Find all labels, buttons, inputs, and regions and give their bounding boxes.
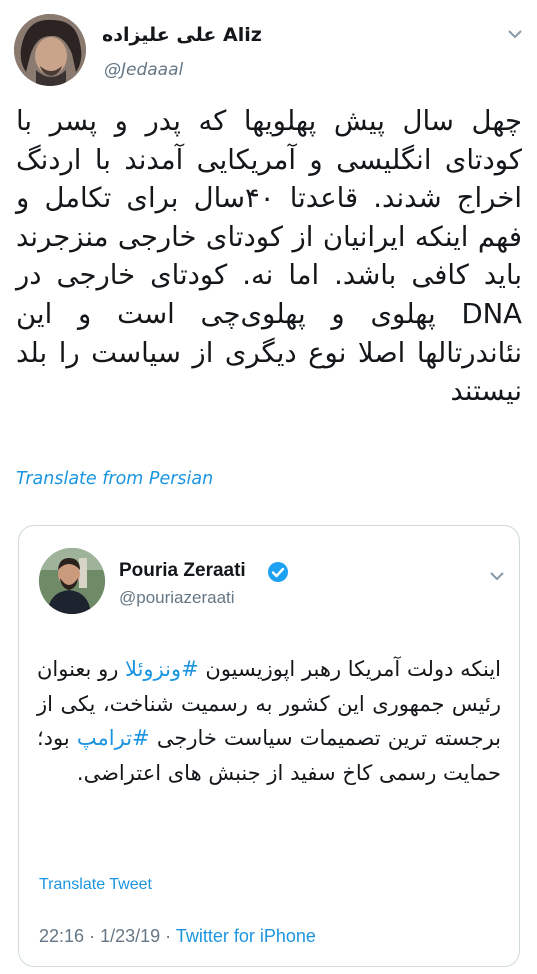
hashtag-link[interactable]: #ترامپ xyxy=(77,726,150,750)
tweet-source-link[interactable]: Twitter for iPhone xyxy=(176,926,316,946)
tweet-meta: 22:16 · 1/23/19 · Twitter for iPhone xyxy=(39,926,316,947)
quoted-author-name[interactable]: Pouria Zeraati xyxy=(119,560,246,582)
author-handle[interactable]: @Jedaaal xyxy=(104,60,183,80)
quoted-tweet-text: اینکه دولت آمریکا رهبر اپوزیسیون #ونزوئل… xyxy=(37,652,501,790)
tweet-text: چهل سال پیش پهلویها که پدر و پسر با کودت… xyxy=(16,105,522,408)
quoted-avatar[interactable] xyxy=(39,548,105,614)
verified-badge-icon xyxy=(268,562,288,582)
avatar-image xyxy=(39,548,105,614)
tweet-date[interactable]: 1/23/19 xyxy=(100,926,160,946)
hashtag-link[interactable]: #ونزوئلا xyxy=(125,657,199,681)
avatar[interactable] xyxy=(14,14,86,86)
meta-separator: · xyxy=(89,926,96,946)
tweet-header: علی علیزاده Aliz @Jedaaal xyxy=(14,14,524,88)
translate-from-persian-link[interactable]: Translate from Persian xyxy=(16,469,213,489)
quoted-text-part: اینکه دولت آمریکا رهبر اپوزیسیون xyxy=(198,657,501,681)
author-name[interactable]: علی علیزاده Aliz xyxy=(102,24,262,46)
tweet-time[interactable]: 22:16 xyxy=(39,926,84,946)
quoted-author-handle[interactable]: @pouriazeraati xyxy=(119,588,235,608)
chevron-down-icon[interactable] xyxy=(489,570,505,582)
quoted-tweet-card[interactable]: Pouria Zeraati @pouriazeraati اینکه دولت… xyxy=(18,525,520,967)
meta-separator: · xyxy=(165,926,172,946)
avatar-image xyxy=(14,14,86,86)
chevron-down-icon[interactable] xyxy=(507,28,523,40)
translate-tweet-link[interactable]: Translate Tweet xyxy=(39,876,152,894)
